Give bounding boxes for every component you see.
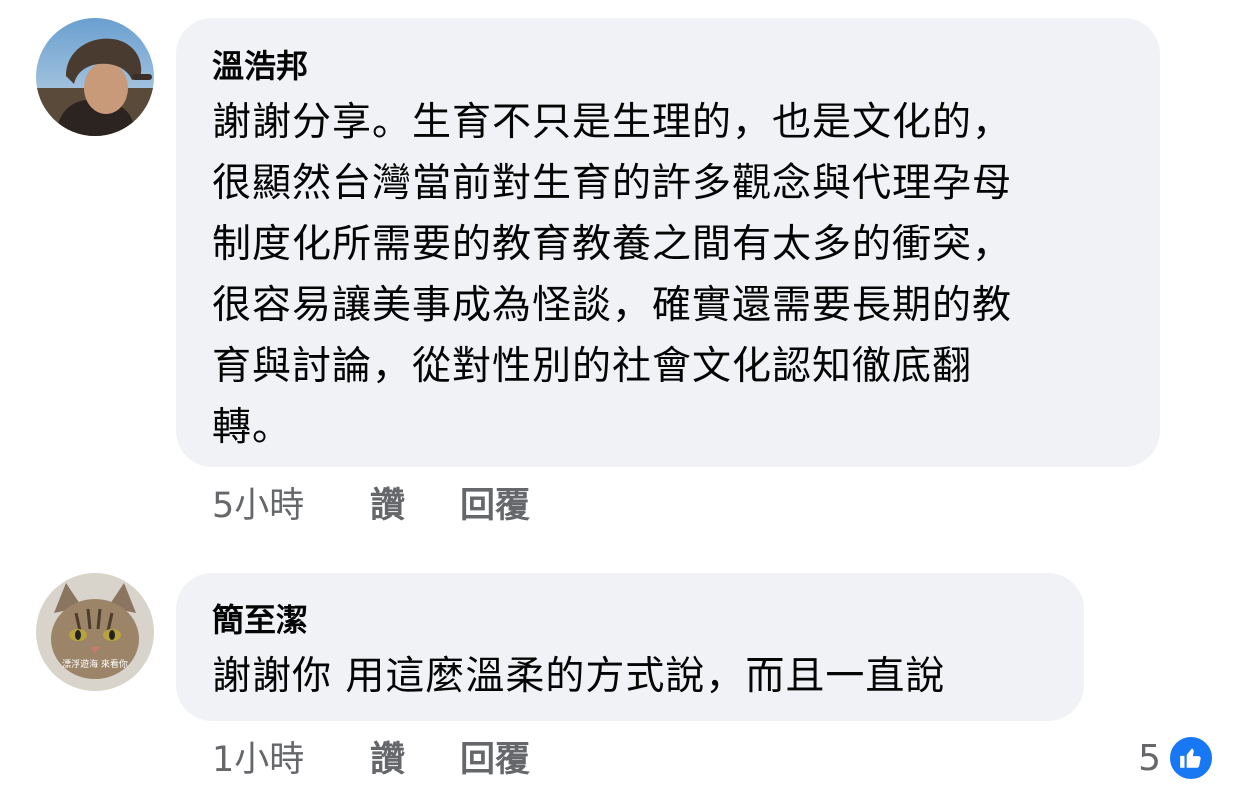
comment-meta: 1小時 讚 回覆 (212, 740, 612, 780)
like-button[interactable]: 讚 (370, 486, 405, 526)
avatar[interactable] (36, 18, 154, 136)
reply-button[interactable]: 回覆 (460, 486, 530, 526)
reaction-summary[interactable]: 5 (1138, 732, 1215, 784)
comment-bubble: 溫浩邦 謝謝分享。生育不只是生理的，也是文化的， 很顯然台灣當前對生育的許多觀念… (176, 18, 1160, 467)
comment-body-line: 轉。 (212, 405, 293, 450)
comment-body: 謝謝你 用這麼溫柔的方式說，而且一直說 (212, 646, 1048, 707)
comment-timestamp[interactable]: 5小時 (212, 486, 304, 526)
comment-body-line: 謝謝分享。生育不只是生理的，也是文化的， (212, 100, 1013, 145)
comment-body-line: 很容易讓美事成為怪談，確實還需要長期的教 (212, 283, 1013, 328)
like-thumbs-up-icon (1167, 734, 1215, 782)
cat-photo-icon: 漂浮遊海 來看你 (36, 573, 154, 691)
reply-button[interactable]: 回覆 (460, 740, 530, 780)
comment-body: 謝謝分享。生育不只是生理的，也是文化的， 很顯然台灣當前對生育的許多觀念與代理孕… (212, 92, 1124, 458)
comment-body-line: 制度化所需要的教育教養之間有太多的衝突， (212, 222, 1013, 267)
avatar[interactable]: 漂浮遊海 來看你 (36, 573, 154, 691)
comment-meta: 5小時 讚 回覆 (212, 486, 612, 526)
reaction-count: 5 (1138, 737, 1161, 779)
comment-body-line: 謝謝你 用這麼溫柔的方式說，而且一直說 (212, 654, 946, 699)
comment-author[interactable]: 簡至潔 (212, 600, 1048, 640)
comments-thread: 溫浩邦 謝謝分享。生育不只是生理的，也是文化的， 很顯然台灣當前對生育的許多觀念… (0, 0, 1239, 801)
avatar-caption: 漂浮遊海 來看你 (62, 658, 128, 670)
comment-item: 漂浮遊海 來看你 簡至潔 謝謝你 用這麼溫柔的方式說，而且一直說 1小時 讚 回… (0, 540, 1239, 801)
comment-item: 溫浩邦 謝謝分享。生育不只是生理的，也是文化的， 很顯然台灣當前對生育的許多觀念… (0, 0, 1239, 540)
like-button[interactable]: 讚 (370, 740, 405, 780)
comment-bubble: 簡至潔 謝謝你 用這麼溫柔的方式說，而且一直說 (176, 573, 1084, 721)
person-helmet-photo-icon (36, 18, 154, 136)
comment-author[interactable]: 溫浩邦 (212, 46, 1124, 86)
comment-timestamp[interactable]: 1小時 (212, 740, 304, 780)
comment-body-line: 育與討論，從對性別的社會文化認知徹底翻 (212, 344, 973, 389)
comment-body-line: 很顯然台灣當前對生育的許多觀念與代理孕母 (212, 161, 1013, 206)
